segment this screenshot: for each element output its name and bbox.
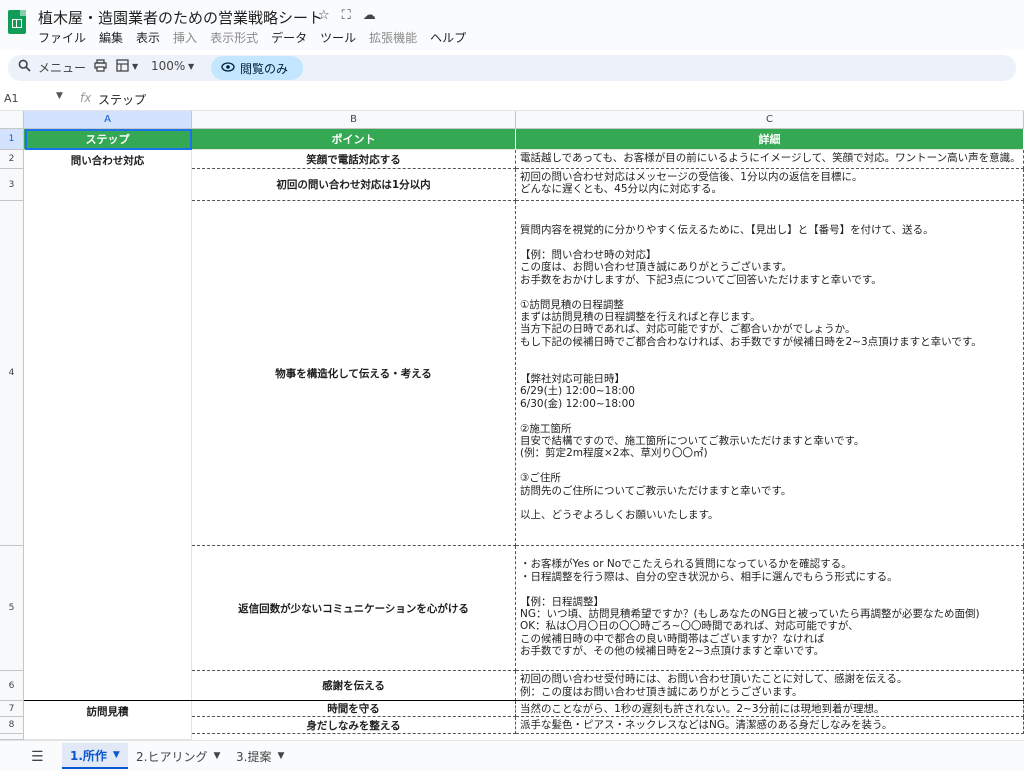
- format-view-icon[interactable]: [116, 59, 129, 75]
- menu-view[interactable]: 表示: [136, 29, 160, 46]
- view-only-button[interactable]: 閲覧のみ: [211, 56, 303, 80]
- row-header[interactable]: 5: [0, 546, 24, 671]
- menu-search-label[interactable]: メニュー: [38, 59, 86, 76]
- row-header[interactable]: 7: [0, 701, 24, 717]
- row-header[interactable]: 2: [0, 150, 24, 169]
- sheet-tab-label: 3.提案: [236, 749, 272, 764]
- cell-c4-detail[interactable]: 質問内容を視覚的に分かりやすく伝えるために、【見出し】と【番号】を付けて、送る。…: [516, 201, 1024, 546]
- star-icon[interactable]: ☆: [318, 8, 330, 23]
- name-box[interactable]: A1: [4, 92, 19, 105]
- menu-tools[interactable]: ツール: [320, 29, 356, 46]
- search-icon[interactable]: [18, 59, 31, 75]
- chevron-down-icon[interactable]: ▼: [132, 62, 138, 71]
- formula-input[interactable]: ステップ: [98, 91, 146, 108]
- cell-b8-point[interactable]: 身だしなみを整える: [192, 717, 516, 734]
- cell-a1-step-header[interactable]: ステップ: [24, 129, 192, 150]
- cell-a7-visit-step[interactable]: 訪問見積: [24, 701, 192, 740]
- title-icons: ☆ ⛶ ☁: [318, 8, 376, 23]
- menu-file[interactable]: ファイル: [38, 29, 86, 46]
- cell-b3-point[interactable]: 初回の問い合わせ対応は1分以内: [192, 169, 516, 201]
- row-header[interactable]: 6: [0, 671, 24, 701]
- move-to-drive-icon[interactable]: ⛶: [342, 8, 351, 23]
- menu-format: 表示形式: [210, 31, 259, 45]
- cell-b6-point[interactable]: 感謝を伝える: [192, 671, 516, 701]
- row-header[interactable]: 8: [0, 717, 24, 734]
- toolbar: メニュー ▼ 100% ▼ 閲覧のみ: [8, 55, 1016, 81]
- title-bar: 植木屋・造園業者のための営業戦略シート ☆ ⛶ ☁ ファイル 編集 表示 挿入 …: [0, 0, 1024, 50]
- cell-c3-detail[interactable]: 初回の問い合わせ対応はメッセージの受信後、1分以内の返信を目標に。 どんなに遅く…: [516, 169, 1024, 201]
- sheet-tab-1[interactable]: 1.所作 ▼: [62, 743, 128, 769]
- chevron-down-icon[interactable]: ▼: [113, 750, 120, 760]
- menu-data[interactable]: データ: [271, 29, 307, 46]
- select-all-corner[interactable]: [0, 111, 24, 129]
- cell-b1-point-header[interactable]: ポイント: [192, 129, 516, 150]
- cell-b2-point[interactable]: 笑顔で電話対応する: [192, 150, 516, 169]
- column-header-c[interactable]: C: [516, 111, 1024, 129]
- menu-help[interactable]: ヘルプ: [430, 29, 466, 46]
- print-icon[interactable]: [94, 59, 107, 75]
- cell-a2-inquiry-step[interactable]: 問い合わせ対応: [24, 150, 192, 701]
- cell-c7-detail[interactable]: 当然のことながら、1秒の遅刻も許されない。2~3分前には現地到着が理想。: [516, 701, 1024, 717]
- name-box-chevron-down-icon[interactable]: ▼: [56, 91, 63, 101]
- cell-b4-point[interactable]: 物事を構造化して伝える・考える: [192, 201, 516, 546]
- cell-c5-text: ・お客様がYes or Noでこたえられる質問になっているかを確認する。 ・日程…: [520, 558, 980, 658]
- eye-icon: [221, 61, 235, 75]
- cell-c2-detail[interactable]: 電話越しであっても、お客様が目の前にいるようにイメージして、笑顔で対応。ワントー…: [516, 150, 1024, 169]
- cell-c5-detail[interactable]: ・お客様がYes or Noでこたえられる質問になっているかを確認する。 ・日程…: [516, 546, 1024, 671]
- menu-edit[interactable]: 編集: [99, 29, 123, 46]
- sheet-tab-label: 2.ヒアリング: [136, 749, 208, 764]
- column-header-b[interactable]: B: [192, 111, 516, 129]
- zoom-chevron-down-icon[interactable]: ▼: [188, 62, 194, 71]
- cell-b5-point[interactable]: 返信回数が少ないコミュニケーションを心がける: [192, 546, 516, 671]
- menu-extensions: 拡張機能: [369, 31, 418, 45]
- section-divider: [24, 700, 1024, 701]
- zoom-select[interactable]: 100%: [151, 59, 185, 73]
- menu-insert: 挿入: [173, 31, 198, 45]
- sheet-tab-2[interactable]: 2.ヒアリング ▼: [128, 743, 228, 769]
- document-title[interactable]: 植木屋・造園業者のための営業戦略シート: [38, 7, 323, 28]
- cell-c8-detail[interactable]: 派手な髪色・ピアス・ネックレスなどはNG。清潔感のある身だしなみを装う。: [516, 717, 1024, 734]
- sheet-tab-bar: ☰ 1.所作 ▼ 2.ヒアリング ▼ 3.提案 ▼: [0, 740, 1024, 771]
- column-header-a[interactable]: A: [24, 111, 192, 129]
- chevron-down-icon[interactable]: ▼: [277, 751, 284, 761]
- sheets-logo-icon[interactable]: [8, 10, 26, 34]
- cell-c6-text: 初回の問い合わせ受付時には、お問い合わせ頂いたことに対して、感謝を伝える。 例：…: [520, 673, 908, 698]
- row-header[interactable]: 3: [0, 169, 24, 201]
- all-sheets-menu-icon[interactable]: ☰: [31, 749, 44, 765]
- sheet-tab-3[interactable]: 3.提案 ▼: [228, 743, 292, 769]
- cell-c1-detail-header[interactable]: 詳細: [516, 129, 1024, 150]
- formula-bar: A1 ▼ fx ステップ: [0, 88, 1024, 111]
- view-only-label: 閲覧のみ: [240, 61, 289, 76]
- menu-bar: ファイル 編集 表示 挿入 表示形式 データ ツール 拡張機能 ヘルプ: [38, 29, 466, 46]
- row-header[interactable]: 1: [0, 129, 24, 150]
- fx-icon: fx: [80, 91, 92, 105]
- chevron-down-icon[interactable]: ▼: [213, 751, 220, 761]
- cell-c4-text: 質問内容を視覚的に分かりやすく伝えるために、【見出し】と【番号】を付けて、送る。…: [520, 224, 982, 522]
- sheet-tab-label: 1.所作: [70, 748, 107, 763]
- cell-c6-detail[interactable]: 初回の問い合わせ受付時には、お問い合わせ頂いたことに対して、感謝を伝える。 例：…: [516, 671, 1024, 701]
- cloud-status-icon[interactable]: ☁: [363, 8, 376, 23]
- row-header[interactable]: 4: [0, 201, 24, 546]
- cell-b7-point[interactable]: 時間を守る: [192, 701, 516, 717]
